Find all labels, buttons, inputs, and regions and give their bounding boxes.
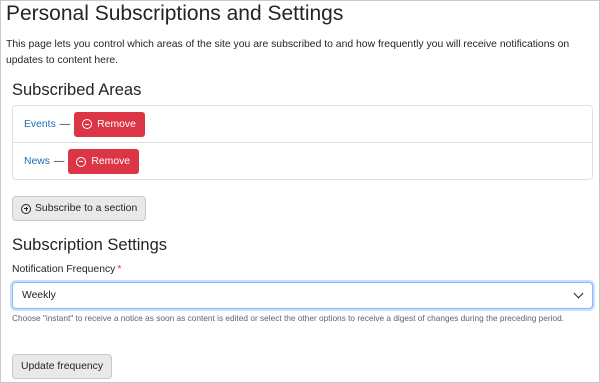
minus-circle-icon — [76, 156, 87, 167]
page-intro: This page lets you control which areas o… — [6, 39, 570, 66]
notification-frequency-select[interactable]: Weekly — [12, 282, 593, 309]
remove-button-label: Remove — [91, 156, 131, 167]
frequency-field-label: Notification Frequency * — [12, 264, 121, 275]
remove-news-button[interactable]: Remove — [68, 149, 140, 174]
page-title: Personal Subscriptions and Settings — [6, 2, 344, 25]
chevron-down-icon — [573, 288, 584, 299]
remove-events-button[interactable]: Remove — [74, 111, 145, 137]
area-link-events[interactable]: Events — [24, 119, 56, 130]
update-frequency-button[interactable]: Update frequency — [12, 354, 113, 379]
subscription-settings-heading: Subscription Settings — [12, 236, 168, 254]
minus-circle-icon — [82, 119, 93, 129]
subscribe-button-label: Subscribe to a section — [35, 203, 138, 214]
frequency-help-text: Choose "instant" to receive a notice as … — [12, 313, 564, 323]
remove-button-label: Remove — [97, 118, 136, 130]
list-item: Events — Remove — [13, 106, 592, 143]
area-link-news[interactable]: News — [24, 156, 50, 167]
separator: — — [59, 118, 71, 130]
subscribed-areas-list: Events — Remove News — Remove — [12, 105, 593, 180]
update-button-label: Update frequency — [21, 361, 104, 372]
subscribed-areas-heading: Subscribed Areas — [12, 81, 142, 99]
page-frame: Personal Subscriptions and Settings This… — [0, 0, 600, 383]
required-marker: * — [117, 264, 122, 275]
plus-circle-icon — [21, 203, 31, 214]
subscribe-to-section-button[interactable]: Subscribe to a section — [12, 196, 147, 221]
list-item: News — Remove — [13, 143, 592, 180]
separator: — — [53, 156, 65, 167]
selected-frequency: Weekly — [22, 290, 56, 301]
frequency-label-text: Notification Frequency — [12, 264, 116, 275]
